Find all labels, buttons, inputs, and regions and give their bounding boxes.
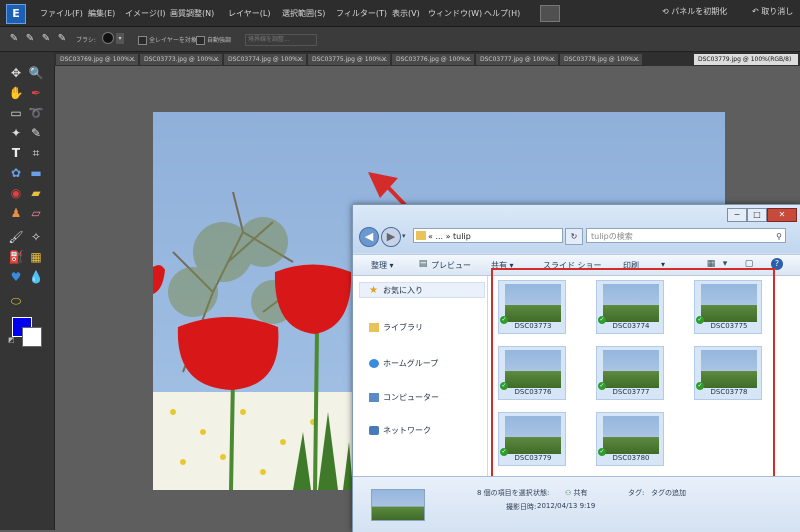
- share-icon: ⚇: [565, 489, 574, 497]
- nav-label: ライブラリ: [383, 323, 423, 332]
- selection-highlight-box: [491, 268, 775, 478]
- back-button[interactable]: ◀: [359, 227, 379, 247]
- explorer-title-area: − □ ✕ ◀ ▶ ▾ « ... » tulip ↻ tulipの検索 ⚲: [353, 205, 800, 253]
- minimize-button[interactable]: −: [727, 208, 747, 222]
- tag-label: タグ:: [628, 489, 645, 497]
- refresh-button[interactable]: ↻: [565, 228, 583, 245]
- nav-item-homegroup[interactable]: ホームグループ: [369, 358, 438, 369]
- library-icon: [369, 323, 379, 332]
- state-label: 状態:: [533, 489, 550, 497]
- maximize-button[interactable]: □: [747, 208, 767, 222]
- close-button[interactable]: ✕: [767, 208, 797, 222]
- tag-value[interactable]: タグの追加: [651, 488, 686, 498]
- address-text: « ... » tulip: [428, 232, 471, 241]
- nav-item-network[interactable]: ネットワーク: [369, 425, 431, 436]
- forward-button[interactable]: ▶: [381, 227, 401, 247]
- network-icon: [369, 426, 379, 435]
- computer-icon: [369, 393, 379, 402]
- search-input[interactable]: tulipの検索 ⚲: [586, 228, 786, 243]
- nav-label: お気に入り: [383, 286, 423, 295]
- search-icon: ⚲: [776, 232, 782, 241]
- address-bar[interactable]: « ... » tulip: [413, 228, 563, 243]
- preview-icon: ▤: [418, 259, 428, 269]
- nav-label: ホームグループ: [383, 359, 439, 368]
- nav-item-favorites[interactable]: ★ お気に入り: [369, 285, 423, 296]
- state-value-text: 共有: [573, 489, 588, 497]
- state-value: ⚇ 共有: [565, 488, 588, 498]
- navigation-pane: ★ お気に入り ライブラリ ホームグループ コンピューター ネットワーク: [353, 276, 488, 476]
- nav-item-libraries[interactable]: ライブラリ: [369, 322, 423, 333]
- date-label: 撮影日時:: [506, 503, 537, 511]
- folder-icon: [416, 231, 426, 240]
- selected-count: 8 個の項目を選択: [477, 489, 533, 497]
- details-thumbnail: [371, 489, 425, 521]
- nav-label: コンピューター: [383, 393, 439, 402]
- homegroup-icon: [369, 359, 379, 368]
- preview-button[interactable]: プレビュー: [431, 260, 471, 271]
- organize-button[interactable]: 整理 ▾: [371, 260, 394, 271]
- star-icon: ★: [369, 285, 378, 296]
- history-dropdown-icon[interactable]: ▾: [402, 232, 406, 240]
- date-value: 2012/04/13 9:19: [537, 502, 596, 510]
- explorer-window: − □ ✕ ◀ ▶ ▾ « ... » tulip ↻ tulipの検索 ⚲ 整理…: [352, 204, 800, 532]
- nav-label: ネットワーク: [383, 426, 431, 435]
- details-pane: 8 個の項目を選択 状態: ⚇ 共有 タグ: タグの追加 撮影日時: 2012/…: [353, 476, 800, 532]
- nav-item-computer[interactable]: コンピューター: [369, 392, 439, 403]
- search-placeholder: tulipの検索: [591, 232, 633, 241]
